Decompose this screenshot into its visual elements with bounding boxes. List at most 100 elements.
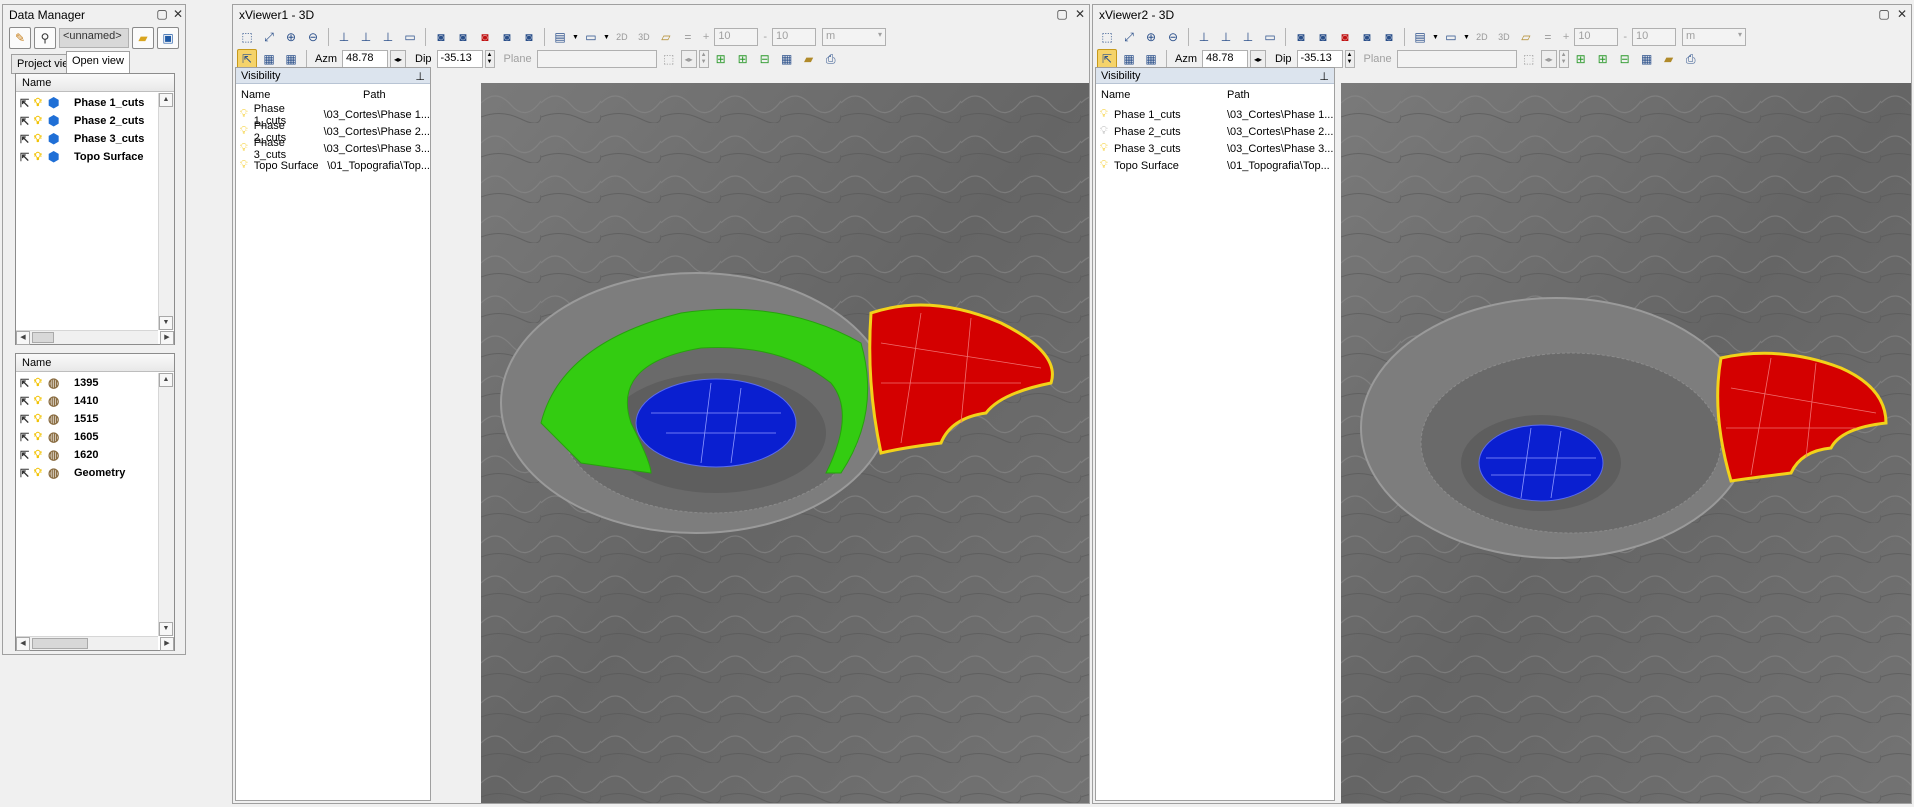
- azm-stepper[interactable]: ◂▸: [1250, 50, 1266, 68]
- cursor-icon[interactable]: ⇱: [20, 395, 34, 408]
- visibility-row[interactable]: 💡︎ Phase 3_cuts \03_Cortes\Phase 3...: [1096, 140, 1334, 157]
- visibility-row[interactable]: 💡︎ Phase 1_cuts \03_Cortes\Phase 1...: [1096, 106, 1334, 123]
- camera-load-icon[interactable]: ◙: [497, 27, 517, 47]
- dip-stepper[interactable]: ▲ ▼: [1344, 50, 1355, 68]
- table-icon[interactable]: ▦: [777, 49, 797, 69]
- bulb-icon[interactable]: 💡︎: [1096, 159, 1108, 172]
- zoom-out-icon[interactable]: ⊖: [303, 27, 323, 47]
- tree-item[interactable]: ⇱ 💡︎ ◍ 1410: [16, 392, 174, 410]
- equals-icon[interactable]: =: [678, 27, 698, 47]
- camera-icon[interactable]: ◙: [431, 27, 451, 47]
- horizontal-scrollbar[interactable]: ◀ ▶: [16, 330, 174, 345]
- bulb-icon[interactable]: 💡︎: [236, 108, 248, 121]
- camera-add-icon[interactable]: ◙: [1335, 27, 1355, 47]
- restore-icon[interactable]: ▢: [155, 7, 169, 21]
- bulb-icon[interactable]: 💡︎: [1096, 142, 1108, 155]
- pin-icon[interactable]: ⊥: [1319, 70, 1329, 83]
- close-icon[interactable]: ✕: [1073, 7, 1087, 21]
- 2d-icon[interactable]: 2D: [1472, 27, 1492, 47]
- azm-stepper[interactable]: ◂▸: [390, 50, 406, 68]
- bulb-icon[interactable]: 💡︎: [34, 413, 48, 426]
- export-icon[interactable]: ▰: [1659, 49, 1679, 69]
- grid-a-field[interactable]: 10: [1574, 28, 1619, 46]
- section-add-icon[interactable]: ⊞: [733, 49, 753, 69]
- azm-field[interactable]: 48.78: [1202, 50, 1248, 68]
- horizontal-scrollbar[interactable]: ◀ ▶: [16, 636, 174, 651]
- section-icon[interactable]: ⊞: [1571, 49, 1591, 69]
- visibility-row[interactable]: 💡︎ Phase 3_cuts \03_Cortes\Phase 3...: [236, 137, 430, 161]
- layers-icon[interactable]: ▱: [656, 27, 676, 47]
- plane-spin[interactable]: ▲ ▼: [698, 50, 709, 68]
- bulb-icon[interactable]: 💡︎: [236, 159, 248, 172]
- tree-item[interactable]: ⇱ 💡︎ ⬢ Topo Surface: [16, 148, 174, 166]
- chevron-down-icon[interactable]: ▾: [1738, 30, 1742, 44]
- bulb-icon[interactable]: 💡︎: [34, 97, 48, 110]
- open-folder-icon[interactable]: ▰: [132, 27, 154, 49]
- scroll-up-icon[interactable]: ▲: [159, 93, 173, 107]
- visibility-row[interactable]: 💡︎ Topo Surface \01_Topografia\Top...: [236, 157, 430, 174]
- table-icon[interactable]: ▦: [1637, 49, 1657, 69]
- tree-item[interactable]: ⇱ 💡︎ ◍ 1395: [16, 374, 174, 392]
- cursor-icon[interactable]: ⇱: [20, 97, 34, 110]
- tree-item[interactable]: ⇱ 💡︎ ⬢ Phase 1_cuts: [16, 94, 174, 112]
- chevron-down-icon[interactable]: ▼: [1463, 34, 1470, 41]
- scroll-right-icon[interactable]: ▶: [160, 637, 174, 651]
- pin-icon[interactable]: ⊥: [415, 70, 425, 83]
- scroll-thumb[interactable]: [32, 332, 54, 343]
- cursor-icon[interactable]: ⇱: [20, 413, 34, 426]
- tab-open-view[interactable]: Open view: [66, 51, 130, 74]
- monitor-icon[interactable]: ▭: [1441, 27, 1461, 47]
- visibility-row[interactable]: 💡︎ Phase 2_cuts \03_Cortes\Phase 2...: [1096, 123, 1334, 140]
- print-icon[interactable]: ⎙: [821, 49, 841, 69]
- camera-load-icon[interactable]: ◙: [1357, 27, 1377, 47]
- grid-icon[interactable]: ▦: [259, 49, 279, 69]
- bulb-icon[interactable]: 💡︎: [34, 115, 48, 128]
- display-icon[interactable]: ▤: [550, 27, 570, 47]
- section-add-icon[interactable]: ⊞: [1593, 49, 1613, 69]
- bulb-icon[interactable]: 💡︎: [34, 377, 48, 390]
- axis-x-icon[interactable]: ⊥: [334, 27, 354, 47]
- scroll-down-icon[interactable]: ▼: [159, 316, 173, 330]
- tree-item[interactable]: ⇱ 💡︎ ⬢ Phase 2_cuts: [16, 112, 174, 130]
- plane-field[interactable]: [536, 50, 657, 68]
- unit-select[interactable]: m ▾: [1681, 28, 1746, 46]
- plane-stepper[interactable]: ◂▸: [680, 50, 697, 68]
- axis-y-icon[interactable]: ⊥: [356, 27, 376, 47]
- scroll-left-icon[interactable]: ◀: [16, 331, 30, 345]
- select-window-icon[interactable]: ⬚: [237, 27, 257, 47]
- visibility-row[interactable]: 💡︎ Topo Surface \01_Topografia\Top...: [1096, 157, 1334, 174]
- close-icon[interactable]: ✕: [1895, 7, 1909, 21]
- bulb-off-icon[interactable]: 💡︎: [1096, 125, 1108, 138]
- section-remove-icon[interactable]: ⊟: [755, 49, 775, 69]
- print-icon[interactable]: ⎙: [1681, 49, 1701, 69]
- bulb-icon[interactable]: 💡︎: [34, 395, 48, 408]
- dip-field[interactable]: -35.13: [1296, 50, 1343, 68]
- zoom-in-icon[interactable]: ⊕: [281, 27, 301, 47]
- bulb-icon[interactable]: 💡︎: [1096, 108, 1108, 121]
- scroll-thumb[interactable]: [32, 638, 88, 649]
- bulb-icon[interactable]: 💡︎: [34, 133, 48, 146]
- chevron-down-icon[interactable]: ▼: [1432, 34, 1439, 41]
- scroll-right-icon[interactable]: ▶: [160, 331, 174, 345]
- rotate-tool-icon[interactable]: ⇱: [1097, 49, 1117, 69]
- unit-select[interactable]: m ▾: [821, 28, 886, 46]
- grid-b-field[interactable]: 10: [1631, 28, 1676, 46]
- 3d-icon[interactable]: 3D: [1494, 27, 1514, 47]
- export-icon[interactable]: ▰: [799, 49, 819, 69]
- cursor-icon[interactable]: ⇱: [20, 115, 34, 128]
- grid-a-field[interactable]: 10: [714, 28, 759, 46]
- vertical-scrollbar[interactable]: ▲ ▼: [158, 93, 174, 330]
- plane-stepper[interactable]: ◂▸: [1540, 50, 1557, 68]
- cursor-icon[interactable]: ⇱: [20, 151, 34, 164]
- axis-x-icon[interactable]: ⊥: [1194, 27, 1214, 47]
- close-icon[interactable]: ✕: [171, 7, 185, 21]
- bulb-icon[interactable]: 💡︎: [34, 467, 48, 480]
- bulb-icon[interactable]: 💡︎: [236, 142, 248, 155]
- frame-icon[interactable]: ▭: [1260, 27, 1280, 47]
- camera-settings-icon[interactable]: ◙: [519, 27, 539, 47]
- restore-icon[interactable]: ▢: [1877, 7, 1891, 21]
- grid-settings-icon[interactable]: ▦: [1141, 49, 1161, 69]
- tree-item[interactable]: ⇱ 💡︎ ⬢ Phase 3_cuts: [16, 130, 174, 148]
- azm-field[interactable]: 48.78: [342, 50, 388, 68]
- plane-pick-icon[interactable]: ⬚: [659, 49, 679, 69]
